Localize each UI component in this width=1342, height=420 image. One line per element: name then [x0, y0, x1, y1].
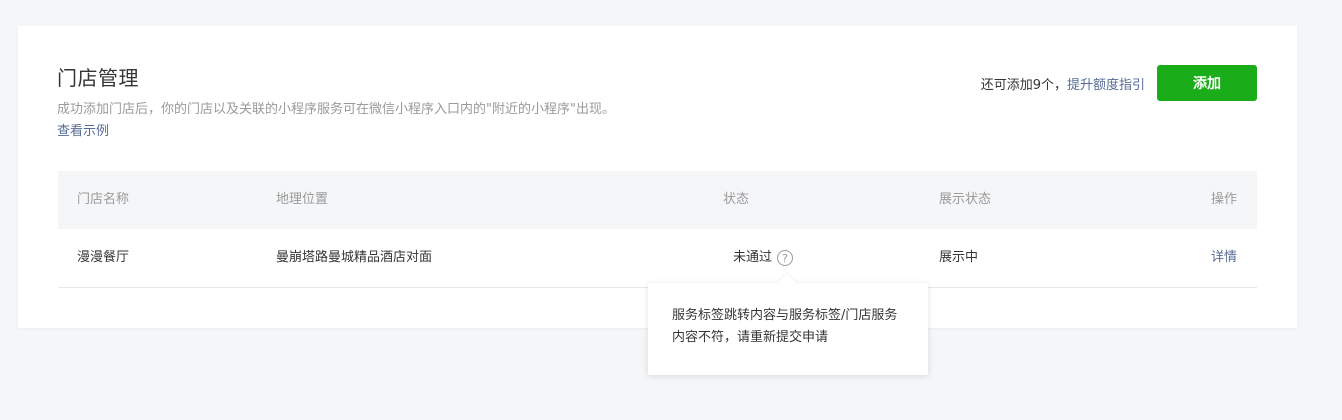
- store-location-cell: 曼崩塔路曼城精品酒店对面: [276, 250, 433, 265]
- question-circle-icon[interactable]: ?: [777, 250, 794, 266]
- column-header-status: 状态: [723, 192, 750, 207]
- quota-guide-link[interactable]: 提升额度指引: [1067, 78, 1145, 93]
- column-header-store-name: 门店名称: [77, 192, 130, 207]
- add-store-button[interactable]: 添加: [1157, 65, 1257, 101]
- column-header-location: 地理位置: [276, 192, 329, 207]
- store-name-cell: 漫漫餐厅: [77, 250, 130, 265]
- page-title: 门店管理: [57, 66, 139, 90]
- column-header-display-status: 展示状态: [939, 192, 992, 207]
- quota-remaining-text: 还可添加9个，: [980, 78, 1067, 93]
- page-description: 成功添加门店后，你的门店以及关联的小程序服务可在微信小程序入口内的"附近的小程序…: [57, 102, 615, 117]
- quota-info: 还可添加9个，提升额度指引: [981, 74, 1145, 93]
- view-example-link[interactable]: 查看示例: [57, 120, 109, 139]
- details-link[interactable]: 详情: [1211, 229, 1237, 287]
- table-row: 漫漫餐厅 曼崩塔路曼城精品酒店对面 未通过 ? 展示中 详情: [58, 229, 1257, 288]
- status-reason-tooltip: 服务标签跳转内容与服务标签/门店服务内容不符，请重新提交申请: [648, 273, 928, 375]
- column-header-action: 操作: [1210, 192, 1237, 207]
- table-header: 门店名称 地理位置 状态 展示状态 操作: [58, 171, 1257, 229]
- store-table: 门店名称 地理位置 状态 展示状态 操作 漫漫餐厅 曼崩塔路曼城精品酒店对面 未…: [58, 171, 1257, 288]
- display-status-cell: 展示中: [939, 250, 979, 265]
- status-text: 未通过: [733, 250, 773, 265]
- tooltip-text: 服务标签跳转内容与服务标签/门店服务内容不符，请重新提交申请: [672, 308, 898, 345]
